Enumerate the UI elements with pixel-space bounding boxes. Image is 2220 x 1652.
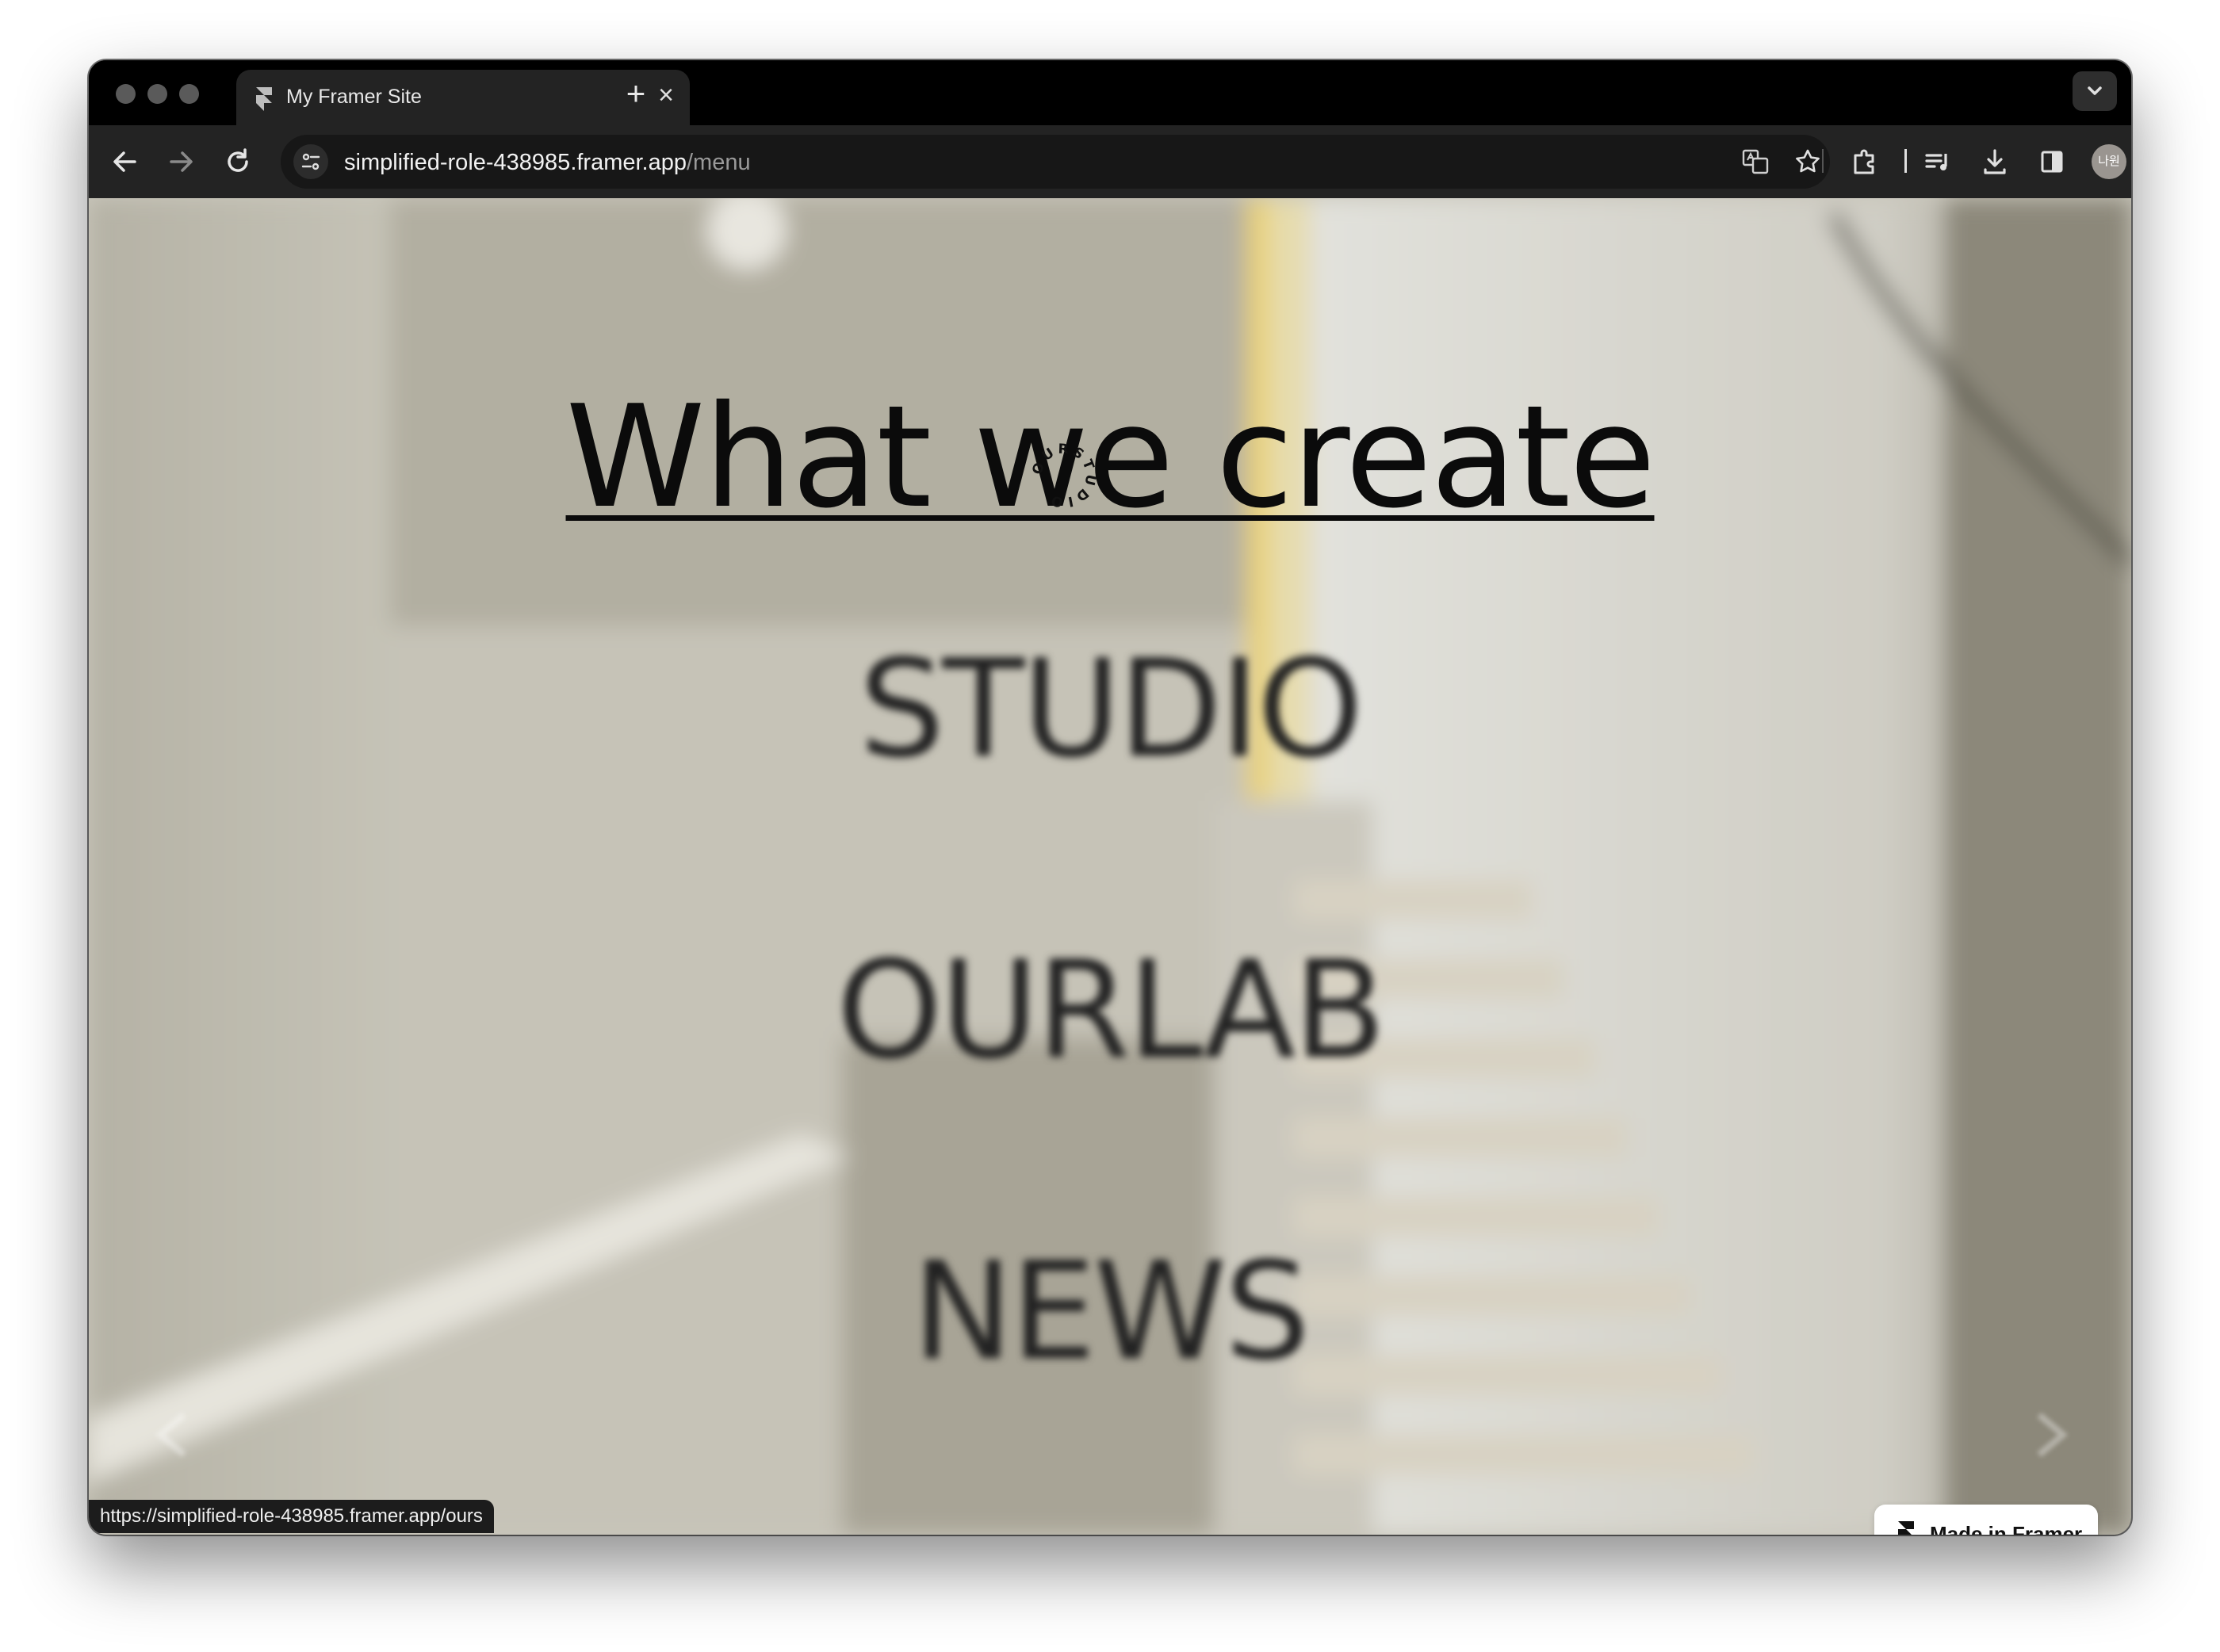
framer-badge-label: Made in Framer bbox=[1930, 1522, 2083, 1535]
page-headline[interactable]: What we create bbox=[89, 387, 2131, 528]
next-arrow-icon[interactable] bbox=[2015, 1403, 2079, 1467]
back-button[interactable] bbox=[106, 143, 144, 181]
close-window-button[interactable] bbox=[116, 84, 136, 104]
toolbar-divider bbox=[1904, 149, 1907, 173]
tab-search-button[interactable] bbox=[2073, 71, 2117, 111]
maximize-window-button[interactable] bbox=[179, 84, 199, 104]
browser-toolbar: simplified-role-438985.framer.app/menu 나… bbox=[89, 125, 2131, 198]
framer-icon bbox=[1898, 1521, 1914, 1535]
address-bar[interactable]: simplified-role-438985.framer.app/menu bbox=[281, 135, 1830, 189]
extensions-icon[interactable] bbox=[1846, 143, 1884, 181]
previous-arrow-icon[interactable] bbox=[144, 1403, 208, 1467]
tune-icon bbox=[301, 153, 320, 170]
avatar[interactable]: 나원 bbox=[2092, 144, 2126, 179]
toolbar-divider bbox=[1822, 149, 1824, 173]
forward-button[interactable] bbox=[162, 143, 200, 181]
menu-item-ourlab[interactable]: OURLAB bbox=[89, 943, 2131, 1078]
framer-icon bbox=[256, 87, 272, 111]
reload-button[interactable] bbox=[219, 143, 257, 181]
tab-title: My Framer Site bbox=[286, 86, 422, 108]
rotating-badge: OURSTUDIO bbox=[1029, 442, 1099, 511]
new-tab-button[interactable]: + bbox=[618, 76, 653, 111]
site-info-button[interactable] bbox=[293, 144, 328, 179]
badge-text: OURSTUDIO bbox=[1029, 442, 1096, 511]
status-bar-url: https://simplified-role-438985.framer.ap… bbox=[89, 1500, 494, 1533]
browser-window: My Framer Site × + simplified-role-43898… bbox=[89, 60, 2131, 1535]
menu-item-news[interactable]: NEWS bbox=[89, 1245, 2131, 1379]
page-viewport: What we create OURSTUDIO STUDIO OURLAB N… bbox=[89, 198, 2131, 1535]
media-control-icon[interactable] bbox=[1919, 143, 1957, 181]
url-host: simplified-role-438985.framer.app bbox=[344, 150, 687, 175]
download-icon[interactable] bbox=[1976, 143, 2014, 181]
side-panel-icon[interactable] bbox=[2033, 143, 2071, 181]
minimize-window-button[interactable] bbox=[147, 84, 167, 104]
url-text[interactable]: simplified-role-438985.framer.app/menu bbox=[344, 150, 751, 176]
made-in-framer-badge[interactable]: Made in Framer bbox=[1874, 1505, 2098, 1535]
tab-strip: My Framer Site × + bbox=[89, 60, 2131, 127]
url-path: /menu bbox=[687, 150, 751, 175]
menu-item-studio[interactable]: STUDIO bbox=[89, 642, 2131, 777]
svg-text:OURSTUDIO: OURSTUDIO bbox=[1029, 442, 1099, 511]
bookmark-star-icon[interactable] bbox=[1792, 146, 1824, 178]
tab-close-button[interactable]: × bbox=[650, 79, 682, 111]
headline-text: What we create bbox=[565, 375, 1656, 539]
translate-icon[interactable] bbox=[1740, 146, 1771, 178]
chevron-down-icon bbox=[2088, 86, 2102, 95]
